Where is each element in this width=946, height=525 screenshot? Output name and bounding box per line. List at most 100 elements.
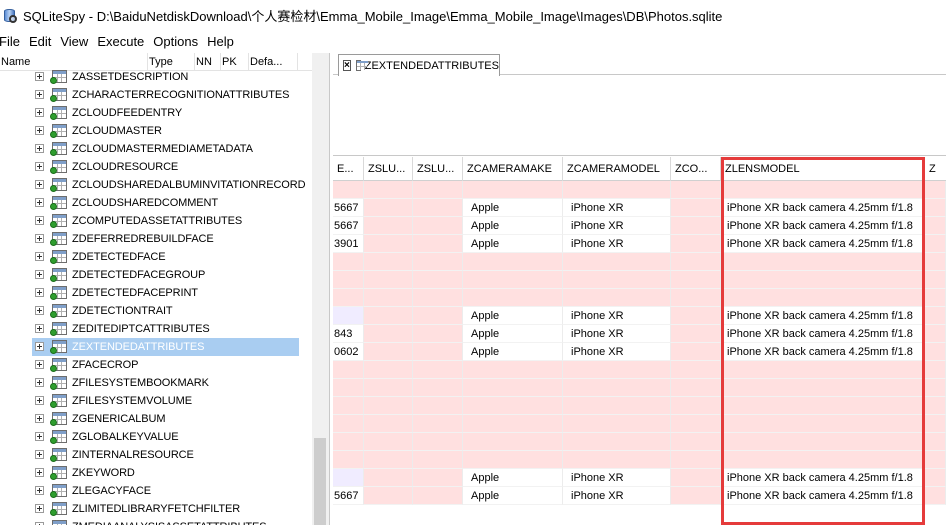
menu-view[interactable]: View	[60, 34, 93, 49]
cell-next[interactable]	[925, 433, 946, 451]
cell-zco[interactable]	[671, 397, 721, 415]
cell-next[interactable]	[925, 217, 946, 235]
cell-zco[interactable]	[671, 217, 721, 235]
cell-next[interactable]	[925, 397, 946, 415]
cell-zslu-1[interactable]	[364, 487, 413, 505]
cell-zslu-2[interactable]	[413, 379, 463, 397]
expand-icon[interactable]	[35, 198, 44, 207]
cell-lensmodel[interactable]: iPhone XR back camera 4.25mm f/1.8	[721, 235, 925, 253]
cell-next[interactable]	[925, 199, 946, 217]
cell-cameramake[interactable]	[463, 289, 563, 307]
table-row[interactable]: Apple iPhone XR iPhone XR back camera 4.25…	[333, 469, 946, 487]
table-row[interactable]	[333, 289, 946, 307]
cell-next[interactable]	[925, 343, 946, 361]
cell-zslu-1[interactable]	[364, 253, 413, 271]
cell-next[interactable]	[925, 253, 946, 271]
expand-icon[interactable]	[35, 90, 44, 99]
tree-item[interactable]: ZFILESYSTEMBOOKMARK	[0, 374, 312, 392]
cell-lensmodel[interactable]: iPhone XR back camera 4.25mm f/1.8	[721, 307, 925, 325]
cell-zco[interactable]	[671, 415, 721, 433]
expand-icon[interactable]	[35, 162, 44, 171]
grid-col-zslu-1[interactable]: ZSLU...	[364, 157, 413, 181]
cell-lensmodel[interactable]	[721, 181, 925, 199]
cell-zslu-2[interactable]	[413, 433, 463, 451]
tree-item[interactable]: ZDEFERREDREBUILDFACE	[0, 230, 312, 248]
cell-lensmodel[interactable]	[721, 289, 925, 307]
cell-zslu-1[interactable]	[364, 217, 413, 235]
expand-icon[interactable]	[35, 306, 44, 315]
cell-cameramake[interactable]	[463, 397, 563, 415]
grid-col-next[interactable]: Z	[925, 157, 946, 181]
tree-item[interactable]: ZEXTENDEDATTRIBUTES	[0, 338, 312, 356]
cell-next[interactable]	[925, 415, 946, 433]
cell-e[interactable]: 5667	[333, 487, 364, 505]
cell-zco[interactable]	[671, 307, 721, 325]
table-row[interactable]	[333, 397, 946, 415]
expand-icon[interactable]	[35, 414, 44, 423]
cell-cameramake[interactable]	[463, 253, 563, 271]
cell-next[interactable]	[925, 361, 946, 379]
cell-cameramodel[interactable]: iPhone XR	[563, 469, 671, 487]
cell-next[interactable]	[925, 289, 946, 307]
cell-e[interactable]	[333, 253, 364, 271]
cell-zco[interactable]	[671, 253, 721, 271]
table-row[interactable]	[333, 433, 946, 451]
cell-zslu-1[interactable]	[364, 325, 413, 343]
table-row[interactable]: 5667 Apple iPhone XR iPhone XR back camera …	[333, 487, 946, 505]
menu-file[interactable]: File	[0, 34, 25, 49]
expand-icon[interactable]	[35, 486, 44, 495]
cell-zslu-1[interactable]	[364, 235, 413, 253]
expand-icon[interactable]	[35, 270, 44, 279]
cell-lensmodel[interactable]	[721, 415, 925, 433]
cell-cameramodel[interactable]: iPhone XR	[563, 235, 671, 253]
cell-cameramodel[interactable]: iPhone XR	[563, 343, 671, 361]
cell-zco[interactable]	[671, 235, 721, 253]
tree-item[interactable]: ZFACECROP	[0, 356, 312, 374]
menu-execute[interactable]: Execute	[97, 34, 149, 49]
cell-zslu-2[interactable]	[413, 271, 463, 289]
cell-zco[interactable]	[671, 181, 721, 199]
cell-e[interactable]	[333, 379, 364, 397]
cell-cameramodel[interactable]	[563, 379, 671, 397]
cell-cameramodel[interactable]: iPhone XR	[563, 325, 671, 343]
tree-item[interactable]: ZGENERICALBUM	[0, 410, 312, 428]
cell-cameramodel[interactable]	[563, 397, 671, 415]
cell-lensmodel[interactable]	[721, 397, 925, 415]
expand-icon[interactable]	[35, 468, 44, 477]
cell-cameramake[interactable]	[463, 451, 563, 469]
cell-zslu-2[interactable]	[413, 415, 463, 433]
cell-next[interactable]	[925, 235, 946, 253]
sql-editor[interactable]	[333, 76, 946, 156]
tree-item[interactable]: ZLEGACYFACE	[0, 482, 312, 500]
cell-e[interactable]	[333, 397, 364, 415]
tree-item[interactable]: ZGLOBALKEYVALUE	[0, 428, 312, 446]
cell-zco[interactable]	[671, 433, 721, 451]
tab-close-icon[interactable]: ×	[343, 60, 351, 71]
tree-item[interactable]: ZMEDIAANALYSISASSETATTRIBUTES	[0, 518, 312, 525]
grid-col-zcameramake[interactable]: ZCAMERAMAKE	[463, 157, 563, 181]
cell-zco[interactable]	[671, 343, 721, 361]
cell-zco[interactable]	[671, 271, 721, 289]
expand-icon[interactable]	[35, 324, 44, 333]
cell-cameramodel[interactable]: iPhone XR	[563, 307, 671, 325]
cell-zslu-1[interactable]	[364, 307, 413, 325]
table-row[interactable]: 5667 Apple iPhone XR iPhone XR back camera …	[333, 199, 946, 217]
cell-next[interactable]	[925, 487, 946, 505]
cell-cameramodel[interactable]	[563, 451, 671, 469]
table-row[interactable]	[333, 271, 946, 289]
cell-lensmodel[interactable]	[721, 451, 925, 469]
grid-col-zlensmodel[interactable]: ZLENSMODEL	[721, 157, 925, 181]
menu-options[interactable]: Options	[153, 34, 203, 49]
cell-cameramodel[interactable]: iPhone XR	[563, 217, 671, 235]
cell-cameramodel[interactable]	[563, 289, 671, 307]
cell-zslu-1[interactable]	[364, 379, 413, 397]
expand-icon[interactable]	[35, 72, 44, 81]
cell-e[interactable]	[333, 415, 364, 433]
cell-e[interactable]: 5667	[333, 217, 364, 235]
cell-next[interactable]	[925, 325, 946, 343]
cell-cameramake[interactable]: Apple	[463, 199, 563, 217]
expand-icon[interactable]	[35, 180, 44, 189]
tab-zextendedattributes[interactable]: × ZEXTENDEDATTRIBUTES	[338, 54, 500, 76]
cell-cameramake[interactable]	[463, 415, 563, 433]
cell-cameramake[interactable]	[463, 433, 563, 451]
